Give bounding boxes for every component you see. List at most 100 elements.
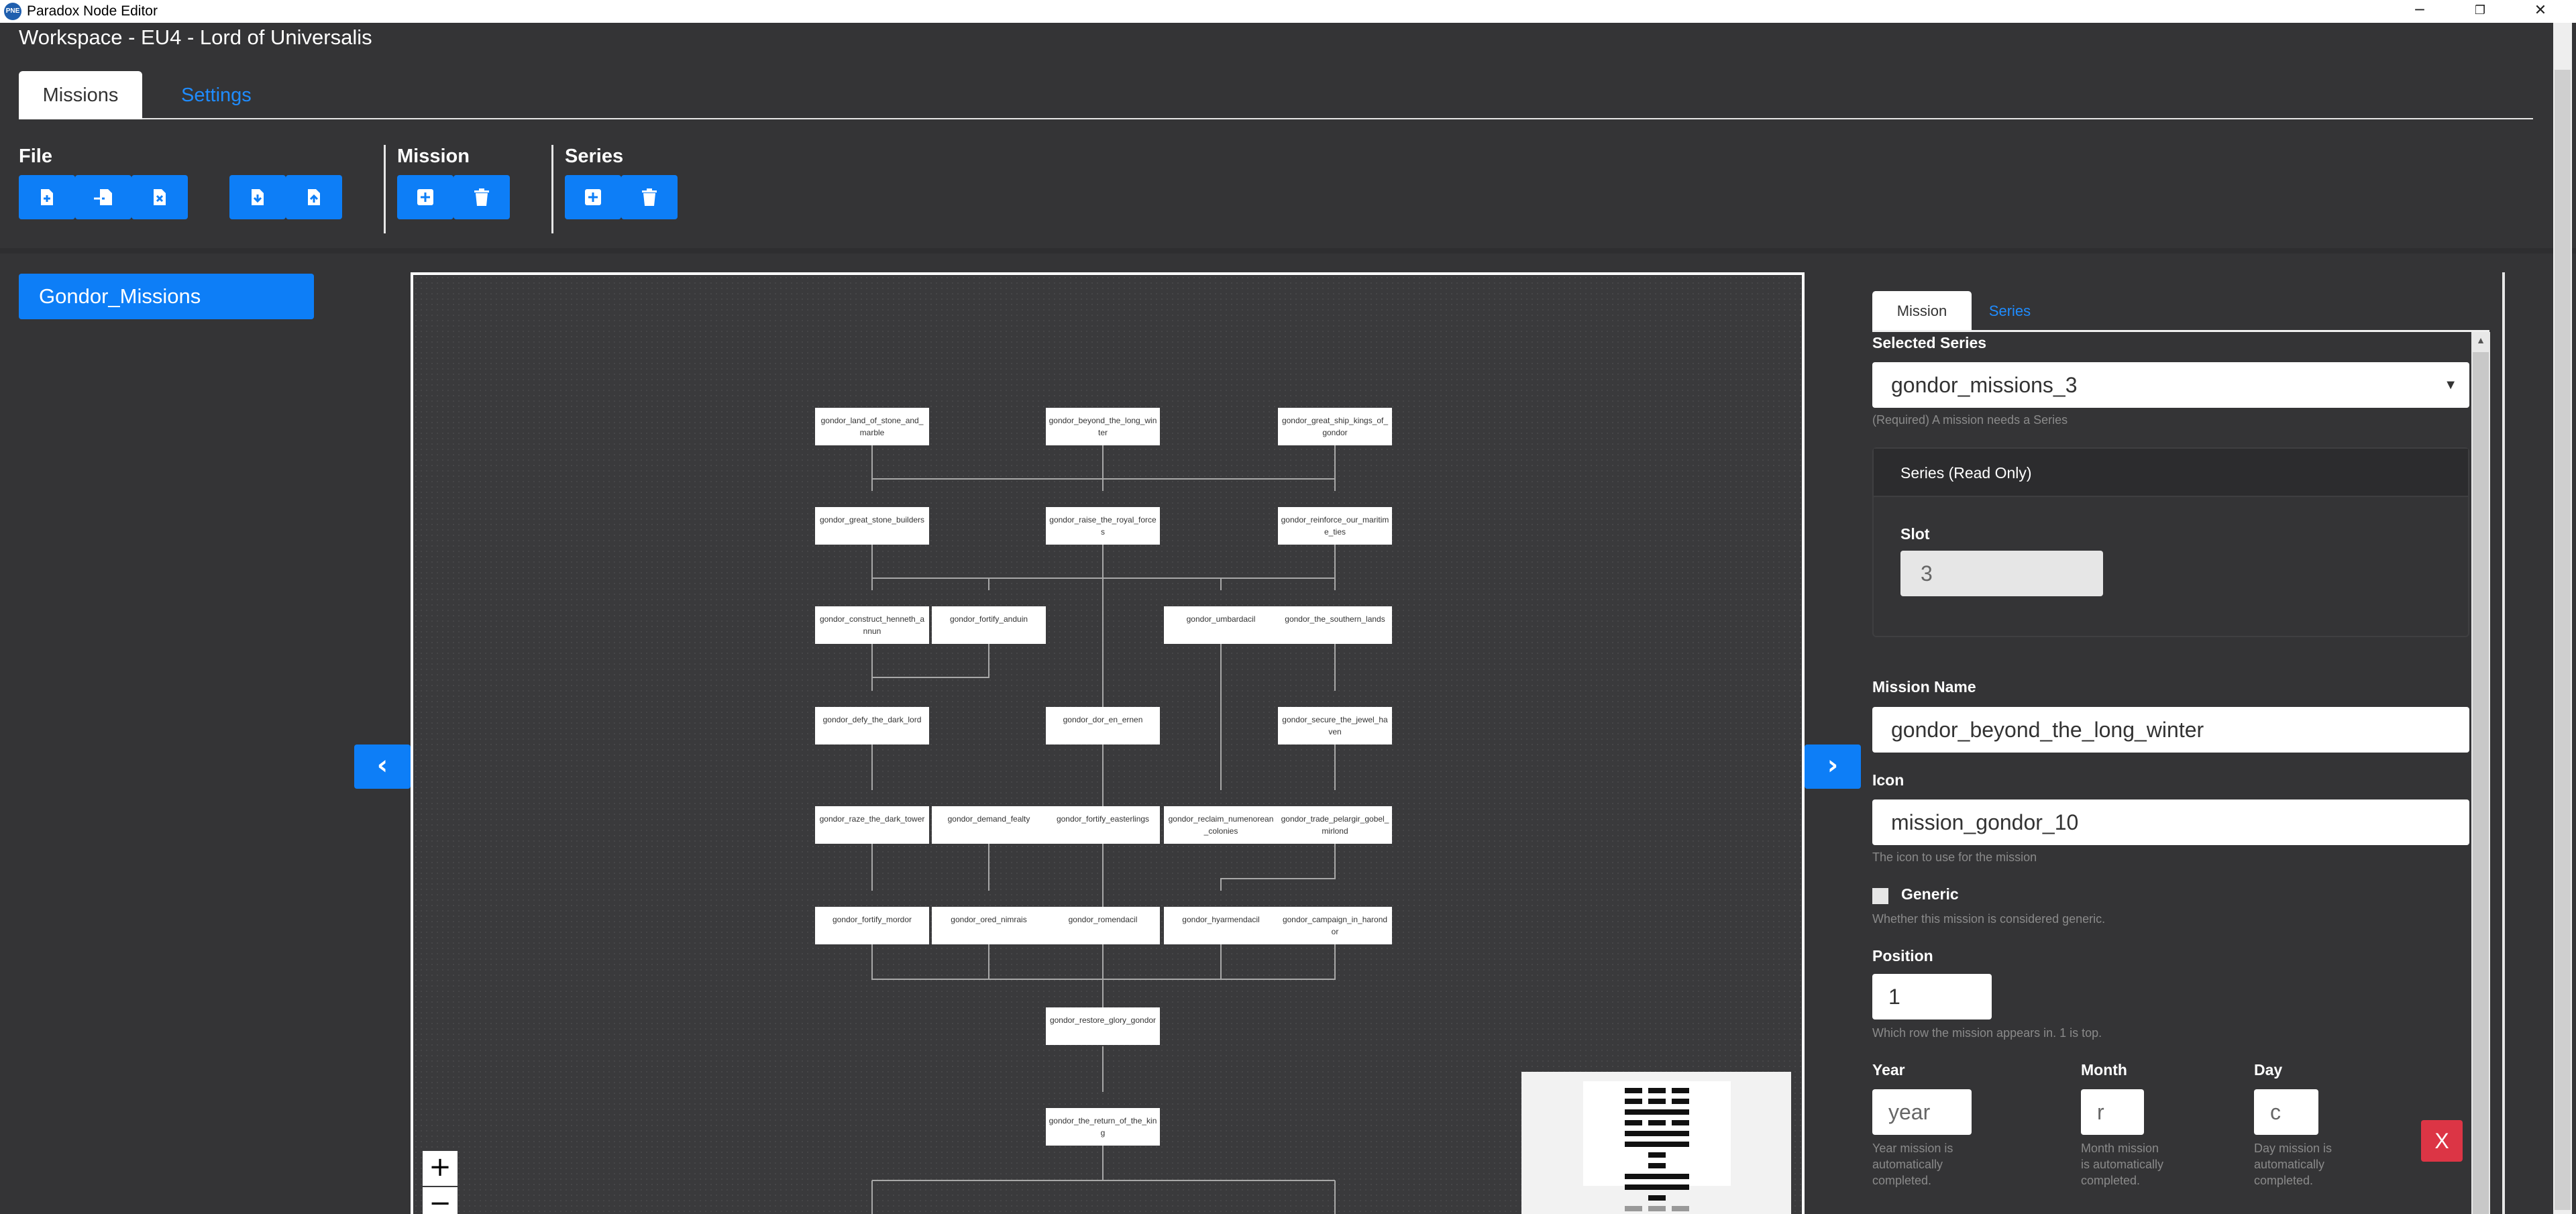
selected-series-help: (Required) A mission needs a Series <box>1872 413 2068 427</box>
generic-label: Generic <box>1901 885 1959 903</box>
mission-name-label: Mission Name <box>1872 678 1976 696</box>
window-titlebar: PNE Paradox Node Editor ─ ❐ ✕ <box>0 0 2576 23</box>
add-series-button[interactable] <box>565 175 621 219</box>
day-input[interactable]: c <box>2254 1089 2318 1135</box>
close-file-icon <box>154 189 166 205</box>
trash-icon <box>642 188 657 206</box>
close-window-button[interactable]: ✕ <box>2510 0 2571 23</box>
zoom-in-button[interactable]: + <box>423 1151 458 1186</box>
mission-node[interactable]: gondor_raze_the_dark_tower <box>815 806 929 844</box>
series-list-item[interactable]: Gondor_Missions <box>19 274 314 319</box>
selected-series-value: gondor_missions_3 <box>1891 373 2078 397</box>
toolbar-divider <box>384 145 386 233</box>
mission-node[interactable]: gondor_the_return_of_the_king <box>1046 1108 1160 1146</box>
day-help: Day mission is automatically completed. <box>2254 1142 2332 1187</box>
chevron-down-icon: ▼ <box>2444 378 2457 392</box>
mission-node[interactable]: gondor_trade_pelargir_gobel_mirlond <box>1278 806 1392 844</box>
mission-node[interactable]: gondor_romendacil <box>1046 907 1160 944</box>
mission-node[interactable]: gondor_hyarmendacil <box>1164 907 1278 944</box>
tab-mission[interactable]: Mission <box>1872 291 1972 331</box>
mission-node[interactable]: gondor_fortify_easterlings <box>1046 806 1160 844</box>
minimap[interactable] <box>1521 1072 1791 1214</box>
scroll-up-icon[interactable]: ▲ <box>2471 335 2490 345</box>
plus-square-icon <box>417 189 433 205</box>
restore-button[interactable]: ❐ <box>2450 0 2510 23</box>
position-label: Position <box>1872 947 1933 964</box>
mission-node[interactable]: gondor_campaign_in_harondor <box>1278 907 1392 944</box>
toolbar-band <box>0 248 2576 254</box>
panel-scrollbar-thumb[interactable] <box>2473 352 2489 1214</box>
mission-node[interactable]: gondor_restore_glory_gondor <box>1046 1007 1160 1045</box>
file-group-label: File <box>19 146 52 167</box>
mission-node[interactable]: gondor_reclaim_numenorean_colonies <box>1164 806 1278 844</box>
mission-node[interactable]: gondor_defy_the_dark_lord <box>815 707 929 744</box>
month-label: Month <box>2081 1061 2127 1079</box>
mission-node[interactable]: gondor_secure_the_jewel_haven <box>1278 707 1392 744</box>
delete-series-button[interactable] <box>621 175 678 219</box>
mission-node[interactable]: gondor_fortify_mordor <box>815 907 929 944</box>
icon-input[interactable]: mission_gondor_10 <box>1872 799 2469 845</box>
mission-node[interactable]: gondor_reinforce_our_maritime_ties <box>1278 507 1392 545</box>
panel-tabs: Mission Series <box>1872 291 2489 331</box>
mission-node[interactable]: gondor_land_of_stone_and_marble <box>815 408 929 445</box>
download-file-icon <box>252 189 264 205</box>
zoom-out-button[interactable]: − <box>423 1187 458 1214</box>
new-file-button[interactable] <box>19 175 75 219</box>
year-input[interactable]: year <box>1872 1089 1972 1135</box>
position-input[interactable]: 1 <box>1872 974 1992 1019</box>
close-file-button[interactable] <box>131 175 188 219</box>
mission-node[interactable]: gondor_great_ship_kings_of_gondor <box>1278 408 1392 445</box>
upload-file-button[interactable] <box>286 175 342 219</box>
collapse-left-button[interactable]: ‹ <box>354 744 411 789</box>
month-input[interactable]: r <box>2081 1089 2144 1135</box>
tab-missions[interactable]: Missions <box>19 71 142 119</box>
tab-series[interactable]: Series <box>1973 291 2047 331</box>
upload-file-icon <box>308 189 320 205</box>
mission-node[interactable]: gondor_ored_nimrais <box>932 907 1046 944</box>
icon-help: The icon to use for the mission <box>1872 850 2037 864</box>
panel-border <box>2502 272 2505 1214</box>
generic-help: Whether this mission is considered gener… <box>1872 912 2106 926</box>
import-file-button[interactable] <box>75 175 131 219</box>
mission-node[interactable]: gondor_great_stone_builders <box>815 507 929 545</box>
day-label: Day <box>2254 1061 2283 1079</box>
mission-node[interactable]: gondor_raise_the_royal_forces <box>1046 507 1160 545</box>
import-file-icon <box>94 189 112 205</box>
mission-node[interactable]: gondor_dor_en_ernen <box>1046 707 1160 744</box>
window-title: Paradox Node Editor <box>27 3 158 19</box>
close-panel-button[interactable]: X <box>2421 1120 2463 1162</box>
delete-mission-button[interactable] <box>453 175 510 219</box>
minimize-button[interactable]: ─ <box>2390 0 2450 23</box>
panel-scrollbar[interactable]: ▲ <box>2471 332 2490 1214</box>
position-help: Which row the mission appears in. 1 is t… <box>1872 1026 2102 1040</box>
mission-node[interactable]: gondor_demand_fealty <box>932 806 1046 844</box>
collapse-right-button[interactable]: › <box>1805 744 1861 789</box>
slot-field: 3 <box>1900 551 2103 596</box>
month-help: Month mission is automatically completed… <box>2081 1142 2164 1187</box>
mission-node[interactable]: gondor_the_southern_lands <box>1278 606 1392 644</box>
series-readonly-card: Series (Read Only) Slot 3 <box>1872 447 2469 637</box>
export-file-button[interactable] <box>229 175 286 219</box>
app-icon: PNE <box>4 3 21 20</box>
mission-name-input[interactable]: gondor_beyond_the_long_winter <box>1872 707 2469 753</box>
window-scrollbar-thumb[interactable] <box>2555 70 2571 1210</box>
mission-node[interactable]: gondor_umbardacil <box>1164 606 1278 644</box>
selected-series-label: Selected Series <box>1872 334 1987 351</box>
series-card-title: Series (Read Only) <box>1874 449 2468 497</box>
selected-series-select[interactable]: gondor_missions_3 ▼ <box>1872 362 2469 408</box>
year-help: Year mission is automatically completed. <box>1872 1142 1953 1187</box>
generic-checkbox[interactable] <box>1872 888 1888 904</box>
minimap-nodes <box>1625 1088 1689 1211</box>
minimap-viewport <box>1583 1081 1731 1211</box>
panel-tab-underline <box>1872 330 2489 332</box>
year-label: Year <box>1872 1061 1905 1079</box>
add-mission-button[interactable] <box>397 175 453 219</box>
tab-settings[interactable]: Settings <box>160 71 273 119</box>
window-scrollbar[interactable] <box>2553 23 2572 1214</box>
mission-node[interactable]: gondor_beyond_the_long_winter <box>1046 408 1160 445</box>
icon-label: Icon <box>1872 771 1904 789</box>
mission-node[interactable]: gondor_fortify_anduin <box>932 606 1046 644</box>
mission-node[interactable]: gondor_construct_henneth_annun <box>815 606 929 644</box>
trash-icon <box>474 188 489 206</box>
node-canvas[interactable]: gondor_land_of_stone_and_marble gondor_b… <box>411 272 1805 1214</box>
